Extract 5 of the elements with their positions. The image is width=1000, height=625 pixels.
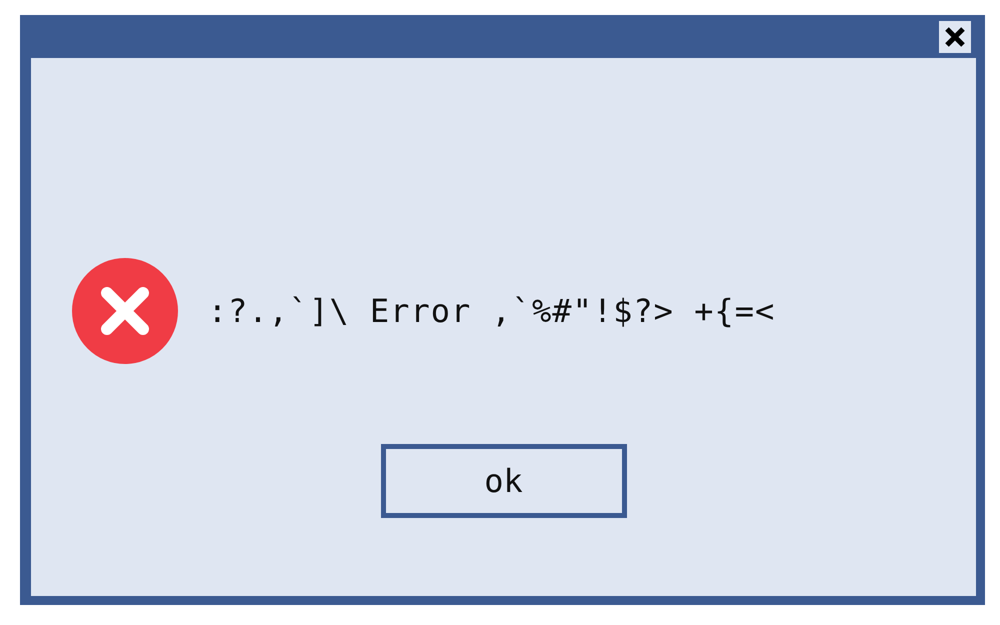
close-button[interactable] — [939, 20, 971, 52]
error-message: :?.,`]\ Error ,`%#"!$?> +{=< — [208, 292, 776, 330]
ok-button[interactable]: ok — [380, 444, 626, 518]
close-icon — [944, 26, 966, 48]
error-icon — [72, 258, 178, 364]
